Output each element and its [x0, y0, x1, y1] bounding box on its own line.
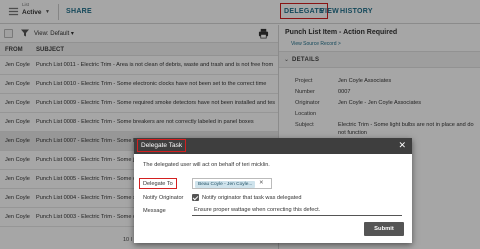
message-label: Message [143, 208, 166, 214]
notify-originator-text: Notify originator that task was delegate… [202, 195, 302, 201]
notify-originator-checkbox[interactable] [192, 194, 199, 201]
close-icon[interactable]: ✕ [398, 140, 406, 151]
remove-chip-icon[interactable]: ✕ [259, 180, 264, 186]
app-window: List Active ▼ SHARE DELEGATE VIEW HISTOR… [0, 0, 480, 249]
delegate-task-dialog: Delegate Task ✕ The delegated user will … [134, 138, 412, 243]
submit-button[interactable]: Submit [364, 222, 404, 236]
delegate-to-label: Delegate To [139, 178, 177, 189]
dialog-info-text: The delegated user will act on behalf of… [143, 162, 270, 168]
dialog-header: Delegate Task ✕ [134, 138, 412, 154]
dialog-title: Delegate Task [137, 139, 187, 152]
delegate-user-chip: Beau Coyle - Jen Coyle... [195, 180, 256, 188]
delegate-to-field[interactable]: Beau Coyle - Jen Coyle... ✕ [192, 178, 272, 189]
message-field[interactable]: Ensure proper wattage when correcting th… [192, 206, 402, 216]
notify-originator-label: Notify Originator [143, 195, 184, 201]
